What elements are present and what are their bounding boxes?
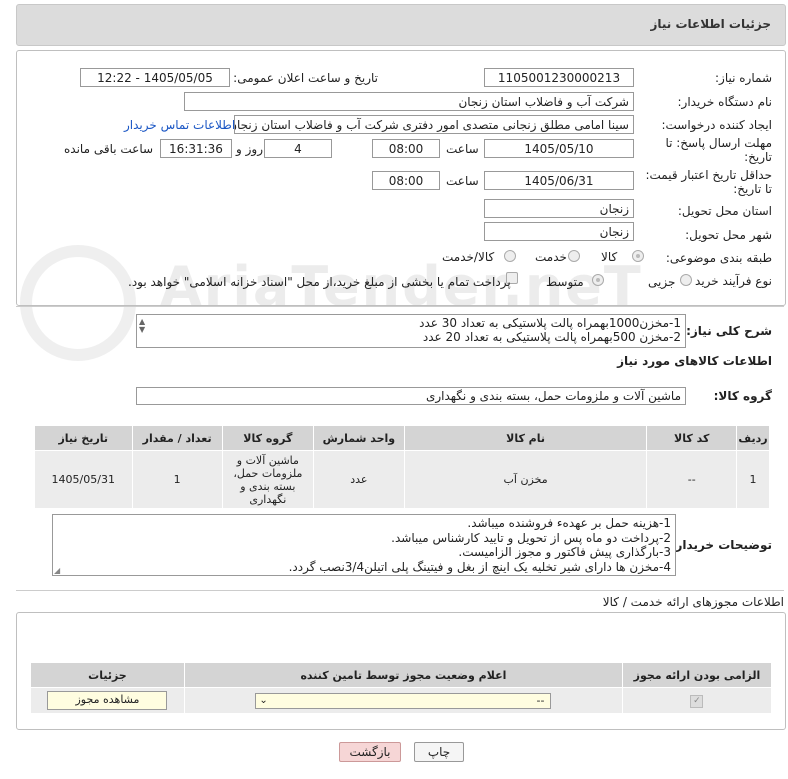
- category-label: طبقه بندی موضوعی:: [665, 251, 772, 265]
- buyer-note-line-4: 4-مخزن ها دارای شیر تخلیه یک اینچ از بغل…: [288, 559, 671, 574]
- remaining-time-field: 16:31:36: [160, 139, 232, 158]
- validity-date-field: 1405/06/31: [484, 171, 634, 190]
- cell-name: مخزن آب: [403, 450, 648, 509]
- city-label: شهر محل تحویل:: [685, 228, 772, 242]
- creator-field: سینا امامی مطلق زنجانی متصدی امور دفتری …: [234, 115, 634, 134]
- cell-permit-status: ⌄ --: [183, 687, 623, 714]
- goods-table: ردیف کد کالا نام کالا واحد شمارش گروه کا…: [34, 425, 770, 509]
- province-label: استان محل تحویل:: [677, 204, 772, 218]
- summary-label: شرح کلی نیاز:: [686, 324, 772, 338]
- process-minor-label: جزیی: [648, 275, 676, 289]
- validity-label: حداقل تاریخ اعتبار قیمت:: [645, 168, 772, 182]
- cell-permit-details: مشاهده مجوز: [30, 687, 185, 714]
- process-medium-label: متوسط: [546, 275, 584, 289]
- validity-label-date: تا تاریخ:: [733, 182, 772, 196]
- summary-textarea[interactable]: 1-مخزن1000بهمراه پالت پلاستیکی به تعداد …: [136, 314, 686, 348]
- deadline-date-field: 1405/05/10: [484, 139, 634, 158]
- view-permit-button[interactable]: مشاهده مجوز: [47, 691, 168, 710]
- page-header: جزئیات اطلاعات نیاز: [16, 4, 786, 46]
- permits-table-header: الزامی بودن ارائه مجوز اعلام وضعیت مجوز …: [30, 662, 773, 688]
- goods-group-field: ماشین آلات و ملزومات حمل، بسته بندی و نگ…: [136, 387, 686, 405]
- creator-label: ایجاد کننده درخواست:: [661, 118, 772, 132]
- buyer-org-label: نام دستگاه خریدار:: [677, 95, 773, 109]
- announce-label: تاریخ و ساعت اعلان عمومی:: [233, 71, 378, 85]
- table-row: ✓ ⌄ -- مشاهده مجوز: [30, 687, 773, 714]
- col-permit-status: اعلام وضعیت مجوز توسط تامین کننده: [183, 662, 623, 688]
- buyer-org-field: شرکت آب و فاضلاب استان زنجان: [184, 92, 634, 111]
- buyer-notes-textarea[interactable]: 1-هزینه حمل بر عهدهء فروشنده میباشد. 2-پ…: [52, 514, 676, 576]
- col-permit-required: الزامی بودن ارائه مجوز: [621, 662, 773, 688]
- days-label: روز و: [236, 142, 263, 156]
- divider: [16, 590, 784, 591]
- remaining-label: ساعت باقی مانده: [64, 142, 154, 156]
- category-radio-both[interactable]: [504, 250, 516, 262]
- process-radio-medium[interactable]: [592, 274, 604, 286]
- process-radio-minor[interactable]: [680, 274, 692, 286]
- cell-unit: عدد: [312, 450, 405, 509]
- treasury-payment-note: پرداخت تمام یا بخشی از مبلغ خرید،از محل …: [128, 275, 511, 289]
- buyer-note-line-1: 1-هزینه حمل بر عهدهء فروشنده میباشد.: [467, 516, 671, 530]
- deadline-label-date: تاریخ:: [744, 150, 772, 164]
- cell-qty: 1: [131, 450, 223, 509]
- cell-group: ماشین آلات و ملزومات حمل، بسته بندی و نگ…: [221, 450, 314, 509]
- cell-date: 1405/05/31: [34, 450, 133, 509]
- deadline-time-label: ساعت: [446, 142, 479, 156]
- announce-field: 1405/05/05 - 12:22: [80, 68, 230, 87]
- category-both-label: کالا/خدمت: [442, 250, 495, 264]
- cell-code: --: [646, 450, 738, 509]
- goods-group-label: گروه کالا:: [713, 389, 772, 403]
- city-field: زنجان: [484, 222, 634, 241]
- buyer-note-line-3: 3-بارگذاری پیش فاکتور و مجوز الزامیست.: [458, 545, 671, 559]
- buyer-notes-label: توضیحات خریدار:: [670, 538, 772, 552]
- summary-line-2: 2-مخزن 500بهمراه پالت پلاستیکی به تعداد …: [422, 330, 681, 344]
- col-name: نام کالا: [403, 425, 648, 451]
- permits-section-title: اطلاعات مجوزهای ارائه خدمت / کالا: [602, 595, 784, 609]
- print-button[interactable]: چاپ: [414, 742, 464, 762]
- need-number-field: 1105001230000213: [484, 68, 634, 87]
- col-code: کد کالا: [646, 425, 738, 451]
- need-number-label: شماره نیاز:: [715, 71, 772, 85]
- chevron-down-icon: ⌄: [259, 694, 268, 706]
- permits-table: الزامی بودن ارائه مجوز اعلام وضعیت مجوز …: [30, 662, 773, 714]
- summary-line-1: 1-مخزن1000بهمراه پالت پلاستیکی به تعداد …: [419, 316, 681, 330]
- permit-status-value: --: [536, 693, 545, 707]
- deadline-label: مهلت ارسال پاسخ: تا: [665, 136, 772, 150]
- deadline-time-field: 08:00: [372, 139, 440, 158]
- category-radio-service[interactable]: [568, 250, 580, 262]
- col-qty: تعداد / مقدار: [131, 425, 223, 451]
- table-row: 1 -- مخزن آب عدد ماشین آلات و ملزومات حم…: [34, 450, 770, 509]
- buyer-contact-link[interactable]: اطلاعات تماس خریدار: [124, 118, 235, 132]
- permit-status-select[interactable]: ⌄ --: [255, 692, 552, 709]
- col-row: ردیف: [736, 425, 770, 451]
- back-button[interactable]: بازگشت: [339, 742, 401, 762]
- remaining-days-field: 4: [264, 139, 332, 158]
- col-unit: واحد شمارش: [312, 425, 405, 451]
- goods-section-title: اطلاعات کالاهای مورد نیاز: [617, 354, 772, 368]
- resize-handle-icon[interactable]: ◢: [54, 566, 60, 575]
- category-goods-label: کالا: [601, 250, 618, 264]
- cell-row: 1: [736, 450, 770, 509]
- validity-time-label: ساعت: [446, 174, 479, 188]
- category-radio-goods[interactable]: [632, 250, 644, 262]
- province-field: زنجان: [484, 199, 634, 218]
- page-title: جزئیات اطلاعات نیاز: [650, 17, 771, 31]
- col-date: تاریخ نیاز: [34, 425, 133, 451]
- category-service-label: خدمت: [535, 250, 567, 264]
- scroll-down-icon[interactable]: ▼: [139, 325, 145, 334]
- validity-time-field: 08:00: [372, 171, 440, 190]
- cell-permit-required: ✓: [621, 687, 773, 714]
- process-label: نوع فرآیند خرید :: [687, 274, 772, 288]
- buyer-note-line-2: 2-پرداخت دو ماه پس از تحویل و تایید کارش…: [391, 530, 671, 545]
- goods-table-header: ردیف کد کالا نام کالا واحد شمارش گروه کا…: [34, 425, 770, 451]
- col-group: گروه کالا: [221, 425, 314, 451]
- divider: [16, 306, 784, 307]
- col-permit-details: جزئیات: [30, 662, 185, 688]
- permit-required-checkbox[interactable]: ✓: [690, 695, 704, 708]
